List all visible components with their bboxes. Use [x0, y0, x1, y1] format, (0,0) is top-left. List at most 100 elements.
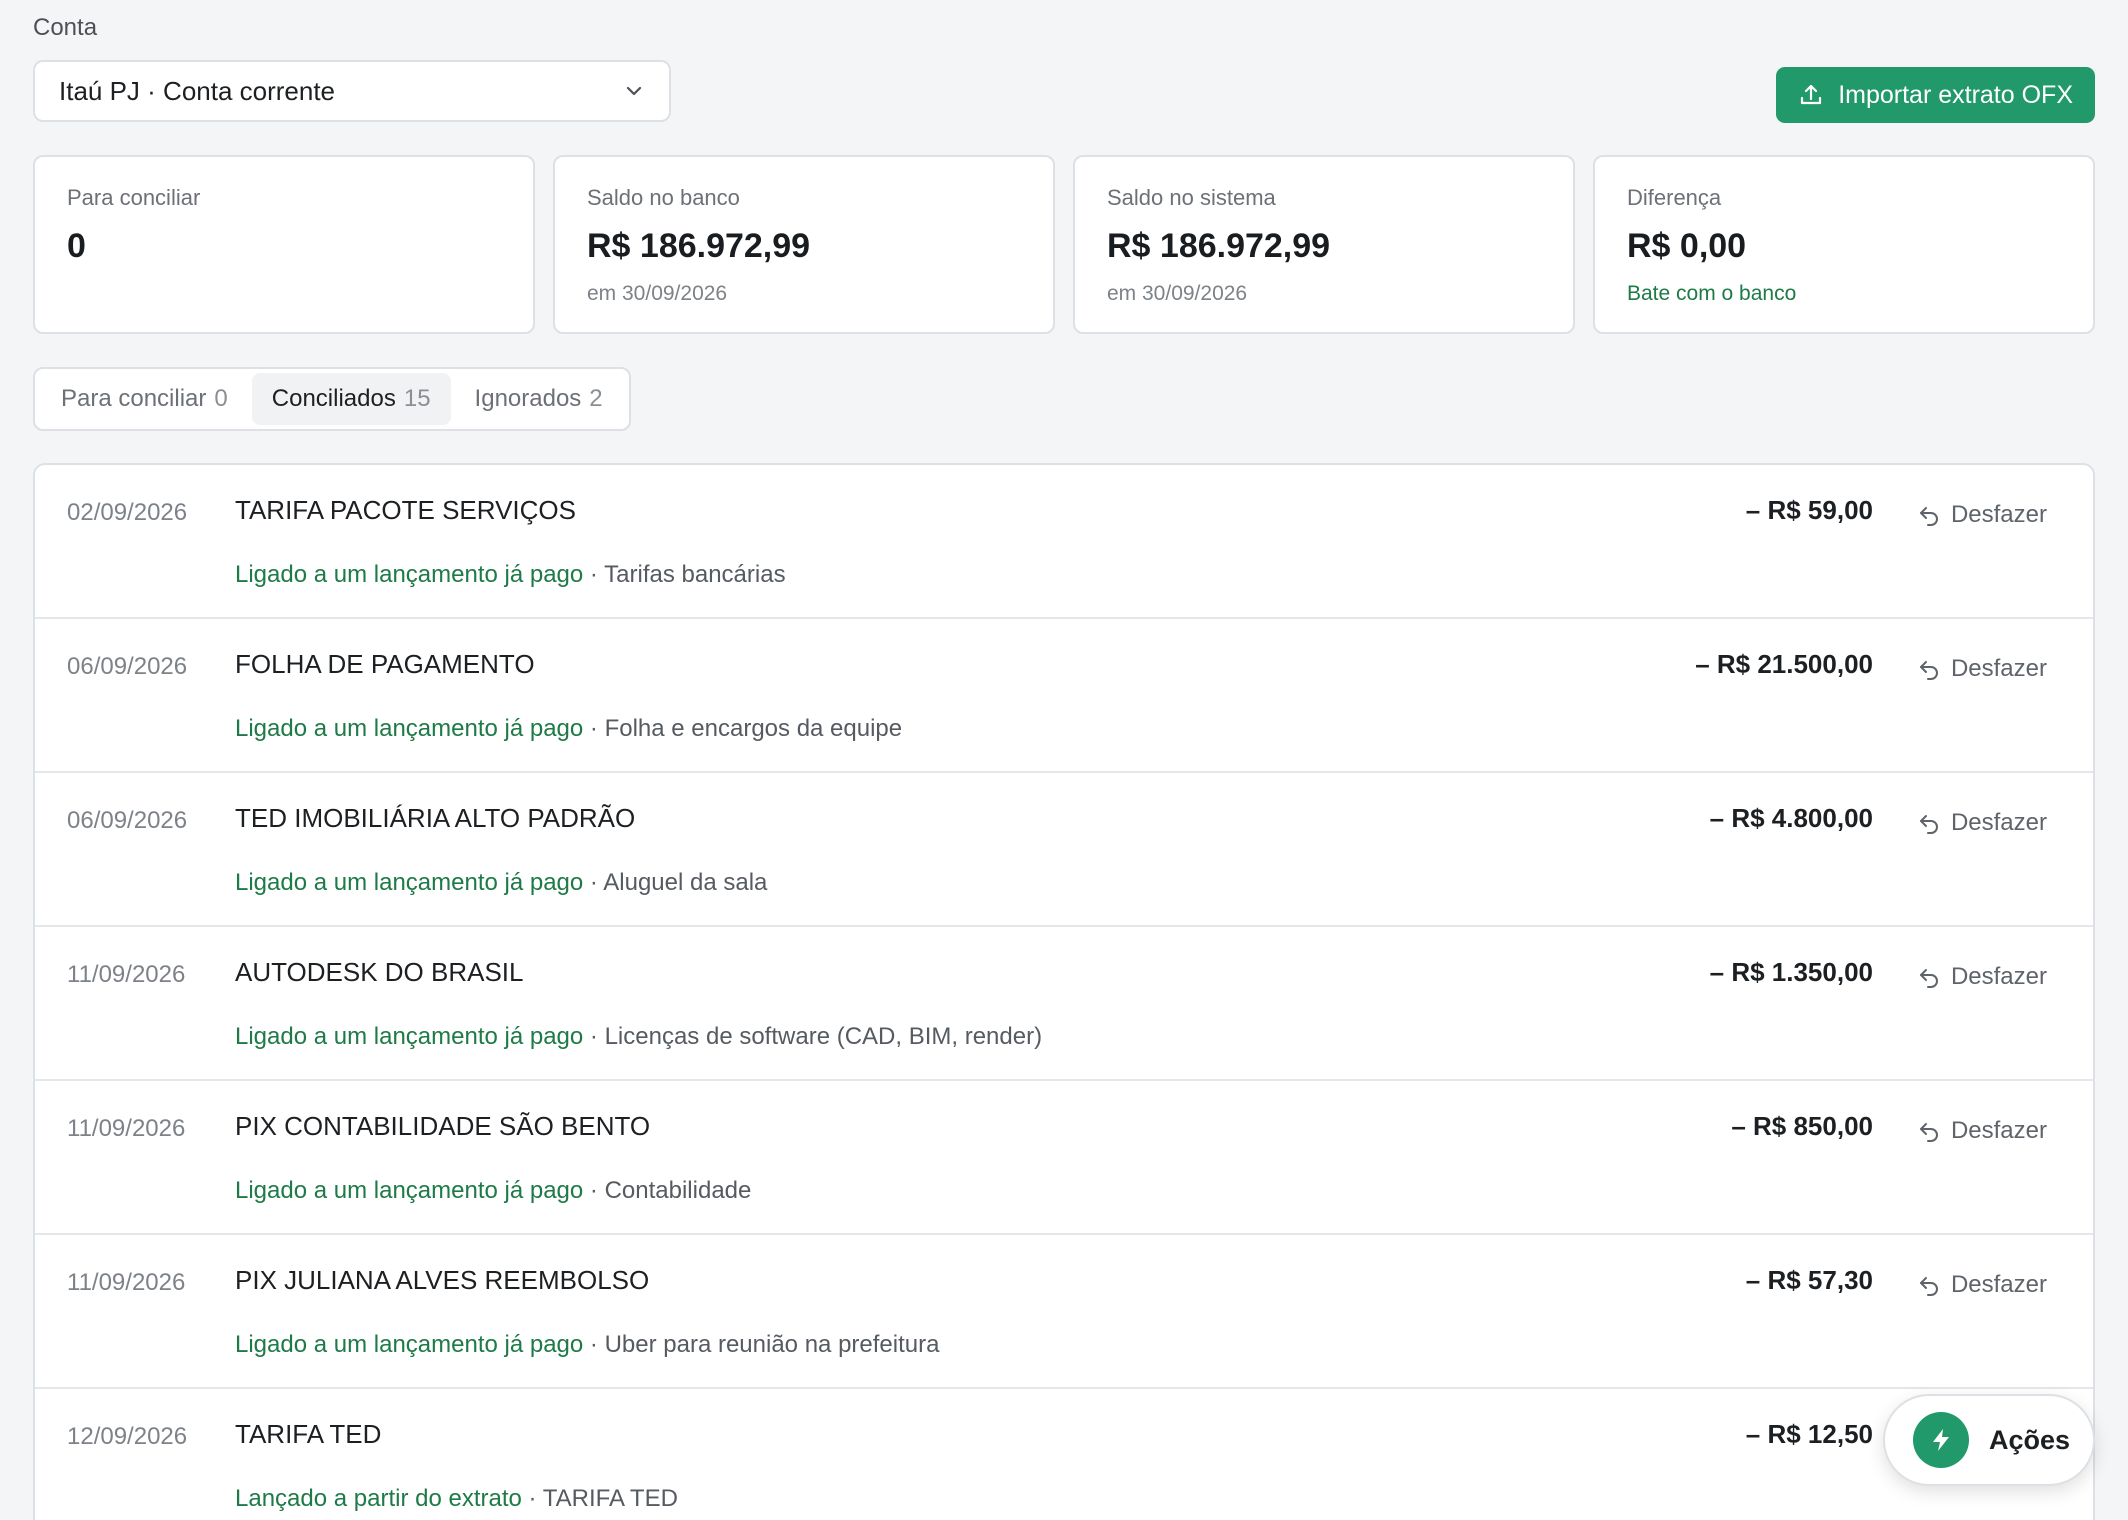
tab-label: Conciliados: [271, 385, 396, 412]
import-ofx-label: Importar extrato OFX: [1838, 80, 2073, 109]
bolt-icon: [1913, 1412, 1969, 1468]
transaction-match-info: Ligado a um lançamento já pago · Aluguel…: [235, 869, 767, 897]
tab-count: 2: [589, 385, 603, 412]
undo-label: Desfazer: [1950, 501, 2047, 528]
transaction-match-info: Ligado a um lançamento já pago · Tarifas…: [235, 561, 786, 589]
transaction-row: 12/09/2026 TARIFA TED Lançado a partir d…: [35, 1389, 2093, 1520]
card-label: Diferença: [1627, 185, 1722, 210]
actions-fab-label: Ações: [1989, 1424, 2071, 1455]
tab-label: Ignorados: [474, 385, 582, 412]
actions-fab-button[interactable]: Ações: [1883, 1394, 2095, 1486]
transaction-row: 06/09/2026 FOLHA DE PAGAMENTO Ligado a u…: [35, 619, 2093, 773]
tab-count: 15: [403, 385, 431, 412]
card-value: R$ 186.972,99: [587, 227, 811, 265]
summary-cards: Para conciliar 0 Saldo no banco R$ 186.9…: [33, 155, 2095, 334]
account-select-value: Itaú PJ · Conta corrente: [59, 75, 336, 106]
transaction-match-info: Lançado a partir do extrato · TARIFA TED: [235, 1485, 678, 1513]
tab-ignorados[interactable]: Ignorados 2: [455, 373, 623, 425]
transaction-description: PIX CONTABILIDADE SÃO BENTO: [235, 1111, 651, 1141]
transaction-category: Folha e encargos da equipe: [604, 715, 903, 742]
undo-icon: [1917, 1273, 1941, 1297]
undo-icon: [1917, 811, 1941, 835]
match-status: Ligado a um lançamento já pago: [235, 561, 584, 588]
transaction-description: FOLHA DE PAGAMENTO: [235, 649, 535, 679]
transaction-category: Tarifas bancárias: [604, 561, 786, 588]
transaction-amount: – R$ 57,30: [1745, 1265, 1873, 1295]
match-status: Ligado a um lançamento já pago: [235, 715, 584, 742]
undo-button[interactable]: Desfazer: [1917, 655, 2047, 683]
card-subtext: em 30/09/2026: [587, 282, 728, 305]
chevron-down-icon: [623, 80, 645, 102]
undo-button[interactable]: Desfazer: [1917, 1117, 2047, 1145]
transaction-date: 11/09/2026: [67, 961, 186, 988]
transaction-category: Licenças de software (CAD, BIM, render): [604, 1023, 1043, 1050]
undo-button[interactable]: Desfazer: [1917, 963, 2047, 991]
card-para-conciliar: Para conciliar 0: [33, 155, 535, 334]
tab-para-conciliar[interactable]: Para conciliar 0: [41, 373, 248, 425]
transaction-row: 02/09/2026 TARIFA PACOTE SERVIÇOS Ligado…: [35, 465, 2093, 619]
tab-label: Para conciliar: [61, 385, 207, 412]
match-status: Ligado a um lançamento já pago: [235, 1023, 584, 1050]
undo-label: Desfazer: [1950, 1117, 2047, 1144]
account-label: Conta: [33, 14, 98, 41]
match-status: Ligado a um lançamento já pago: [235, 869, 584, 896]
undo-button[interactable]: Desfazer: [1917, 1271, 2047, 1299]
transaction-date: 06/09/2026: [67, 653, 188, 680]
tab-count: 0: [214, 385, 228, 412]
separator: ·: [583, 1023, 605, 1050]
separator: ·: [583, 1331, 605, 1358]
filter-tabs: Para conciliar 0 Conciliados 15 Ignorado…: [33, 367, 631, 431]
transaction-description: PIX JULIANA ALVES REEMBOLSO: [235, 1265, 650, 1295]
transaction-match-info: Ligado a um lançamento já pago · Licença…: [235, 1023, 1042, 1051]
card-diferenca: Diferença R$ 0,00 Bate com o banco: [1593, 155, 2095, 334]
undo-button[interactable]: Desfazer: [1917, 809, 2047, 837]
transaction-category: Contabilidade: [604, 1177, 752, 1204]
match-status: Lançado a partir do extrato: [235, 1485, 522, 1512]
transaction-category: Aluguel da sala: [603, 869, 768, 896]
card-status: Bate com o banco: [1627, 282, 1797, 305]
transaction-date: 11/09/2026: [67, 1115, 186, 1142]
separator: ·: [583, 561, 605, 588]
separator: ·: [583, 869, 604, 896]
undo-icon: [1917, 1119, 1941, 1143]
transaction-category: Uber para reunião na prefeitura: [604, 1331, 940, 1358]
transaction-row: 11/09/2026 PIX JULIANA ALVES REEMBOLSO L…: [35, 1235, 2093, 1389]
transaction-description: TARIFA PACOTE SERVIÇOS: [235, 495, 576, 525]
undo-label: Desfazer: [1950, 963, 2047, 990]
transaction-match-info: Ligado a um lançamento já pago · Folha e…: [235, 715, 902, 743]
card-value: R$ 186.972,99: [1107, 227, 1331, 265]
transaction-amount: – R$ 4.800,00: [1709, 803, 1873, 833]
undo-button[interactable]: Desfazer: [1917, 501, 2047, 529]
transaction-row: 06/09/2026 TED IMOBILIÁRIA ALTO PADRÃO L…: [35, 773, 2093, 927]
undo-label: Desfazer: [1950, 655, 2047, 682]
separator: ·: [583, 715, 605, 742]
transaction-amount: – R$ 21.500,00: [1695, 649, 1873, 679]
transaction-match-info: Ligado a um lançamento já pago · Uber pa…: [235, 1331, 939, 1359]
transaction-date: 11/09/2026: [67, 1269, 186, 1296]
import-ofx-button[interactable]: Importar extrato OFX: [1776, 67, 2095, 123]
transaction-row: 11/09/2026 PIX CONTABILIDADE SÃO BENTO L…: [35, 1081, 2093, 1235]
match-status: Ligado a um lançamento já pago: [235, 1331, 584, 1358]
upload-icon: [1798, 82, 1824, 108]
separator: ·: [583, 1177, 605, 1204]
transaction-date: 06/09/2026: [67, 807, 188, 834]
card-subtext: em 30/09/2026: [1107, 282, 1248, 305]
undo-icon: [1917, 965, 1941, 989]
card-value: R$ 0,00: [1627, 227, 1747, 265]
card-label: Saldo no banco: [587, 185, 740, 210]
transaction-amount: – R$ 1.350,00: [1709, 957, 1873, 987]
transaction-row: 11/09/2026 AUTODESK DO BRASIL Ligado a u…: [35, 927, 2093, 1081]
transaction-amount: – R$ 59,00: [1745, 495, 1873, 525]
transaction-amount: – R$ 12,50: [1745, 1419, 1873, 1449]
transaction-description: TED IMOBILIÁRIA ALTO PADRÃO: [235, 803, 636, 833]
transaction-category: TARIFA TED: [542, 1485, 678, 1512]
card-value: 0: [67, 227, 86, 265]
card-label: Para conciliar: [67, 185, 201, 210]
transaction-date: 12/09/2026: [67, 1423, 188, 1450]
transaction-date: 02/09/2026: [67, 499, 188, 526]
separator: ·: [521, 1485, 543, 1512]
tab-conciliados[interactable]: Conciliados 15: [251, 373, 451, 425]
undo-label: Desfazer: [1950, 1271, 2047, 1298]
undo-label: Desfazer: [1950, 809, 2047, 836]
account-select[interactable]: Itaú PJ · Conta corrente: [33, 60, 671, 122]
